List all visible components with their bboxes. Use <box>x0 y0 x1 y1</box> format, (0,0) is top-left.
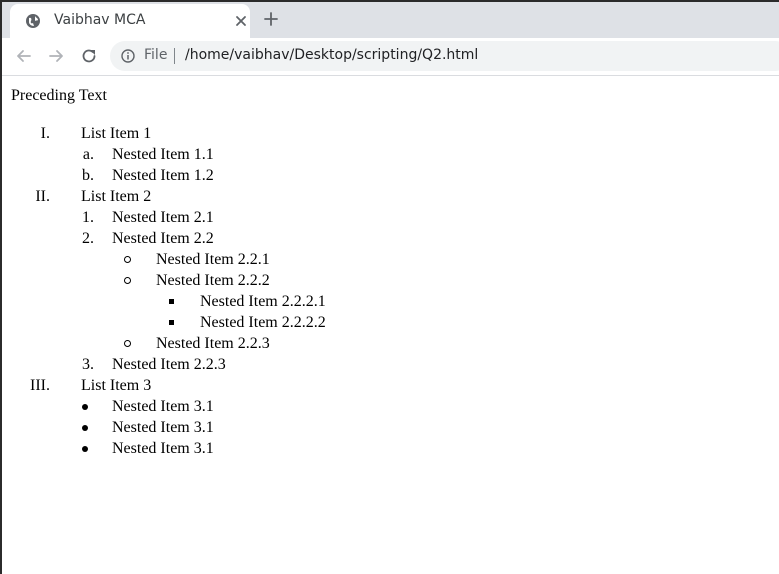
list-item-label: Nested Item 1.2 <box>112 167 214 184</box>
list-item: Nested Item 2.2.2.2 <box>2 312 402 333</box>
page-content: Preceding Text I. List Item 1 a. Nested … <box>2 77 779 574</box>
address-divider <box>174 48 175 64</box>
address-bar[interactable]: File /home/vaibhav/Desktop/scripting/Q2.… <box>110 41 779 71</box>
list-item: Nested Item 2.2.2 <box>2 270 402 291</box>
list-item: I. List Item 1 <box>2 123 402 144</box>
list-item-label: Nested Item 3.1 <box>112 419 214 436</box>
list-item: Nested Item 2.2.3 <box>2 333 402 354</box>
list-item: 1. Nested Item 2.1 <box>2 207 402 228</box>
list-item: Nested Item 3.1 <box>2 438 402 459</box>
list-item-label: Nested Item 2.2.2.1 <box>200 293 326 310</box>
list-marker: 2. <box>82 230 94 247</box>
circle-bullet-icon <box>124 277 131 284</box>
list-marker: I. <box>40 125 50 142</box>
address-url[interactable]: /home/vaibhav/Desktop/scripting/Q2.html <box>185 47 478 63</box>
list-marker: III. <box>30 377 50 394</box>
tab-title: Vaibhav MCA <box>54 12 146 28</box>
circle-bullet-icon <box>124 340 131 347</box>
list-item-label: Nested Item 1.1 <box>112 146 214 163</box>
list-item-label: Nested Item 2.2.2.2 <box>200 314 326 331</box>
list-item-label: Nested Item 2.2.1 <box>156 251 270 268</box>
close-icon[interactable] <box>234 14 248 28</box>
list-marker: b. <box>82 167 94 184</box>
browser-toolbar: File /home/vaibhav/Desktop/scripting/Q2.… <box>2 38 779 76</box>
list-item-label: List Item 3 <box>81 377 152 394</box>
list-item: 3. Nested Item 2.2.3 <box>2 354 402 375</box>
square-bullet-icon <box>169 320 174 325</box>
list-item-label: Nested Item 2.2.3 <box>112 356 226 373</box>
square-bullet-icon <box>169 299 174 304</box>
list-item-label: List Item 1 <box>81 125 152 142</box>
new-tab-button[interactable] <box>262 10 280 28</box>
list-marker: a. <box>82 146 94 163</box>
list-marker: 1. <box>82 209 94 226</box>
list-marker: II. <box>35 188 50 205</box>
back-arrow-icon[interactable] <box>14 46 34 66</box>
list-item-label: Nested Item 3.1 <box>112 440 214 457</box>
list-item-label: Nested Item 2.2.3 <box>156 335 270 352</box>
list-item: Nested Item 3.1 <box>2 417 402 438</box>
tab-strip: Vaibhav MCA <box>2 0 779 38</box>
list-item-label: Nested Item 2.2 <box>112 230 214 247</box>
list-item: 2. Nested Item 2.2 <box>2 228 402 249</box>
disc-bullet-icon <box>82 425 88 431</box>
disc-bullet-icon <box>82 404 88 410</box>
list-item-label: List Item 2 <box>81 188 152 205</box>
list-item: a. Nested Item 1.1 <box>2 144 402 165</box>
browser-tab[interactable]: Vaibhav MCA <box>10 4 250 38</box>
list-item: b. Nested Item 1.2 <box>2 165 402 186</box>
window-top-edge <box>2 0 779 2</box>
list-item-label: Nested Item 2.2.2 <box>156 272 270 289</box>
circle-bullet-icon <box>124 256 131 263</box>
list-item: II. List Item 2 <box>2 186 402 207</box>
list-item: Nested Item 3.1 <box>2 396 402 417</box>
reload-icon[interactable] <box>79 46 99 66</box>
forward-arrow-icon[interactable] <box>46 46 66 66</box>
address-scheme: File <box>144 47 168 63</box>
list-item: III. List Item 3 <box>2 375 402 396</box>
list-item: Nested Item 2.2.2.1 <box>2 291 402 312</box>
list-marker: 3. <box>82 356 94 373</box>
list-item-label: Nested Item 2.1 <box>112 209 214 226</box>
disc-bullet-icon <box>82 446 88 452</box>
list-item-label: Nested Item 3.1 <box>112 398 214 415</box>
info-icon[interactable] <box>121 49 135 63</box>
list-item: Nested Item 2.2.1 <box>2 249 402 270</box>
preceding-text: Preceding Text <box>11 87 107 104</box>
toolbar-separator <box>2 75 779 76</box>
globe-icon <box>26 14 40 28</box>
